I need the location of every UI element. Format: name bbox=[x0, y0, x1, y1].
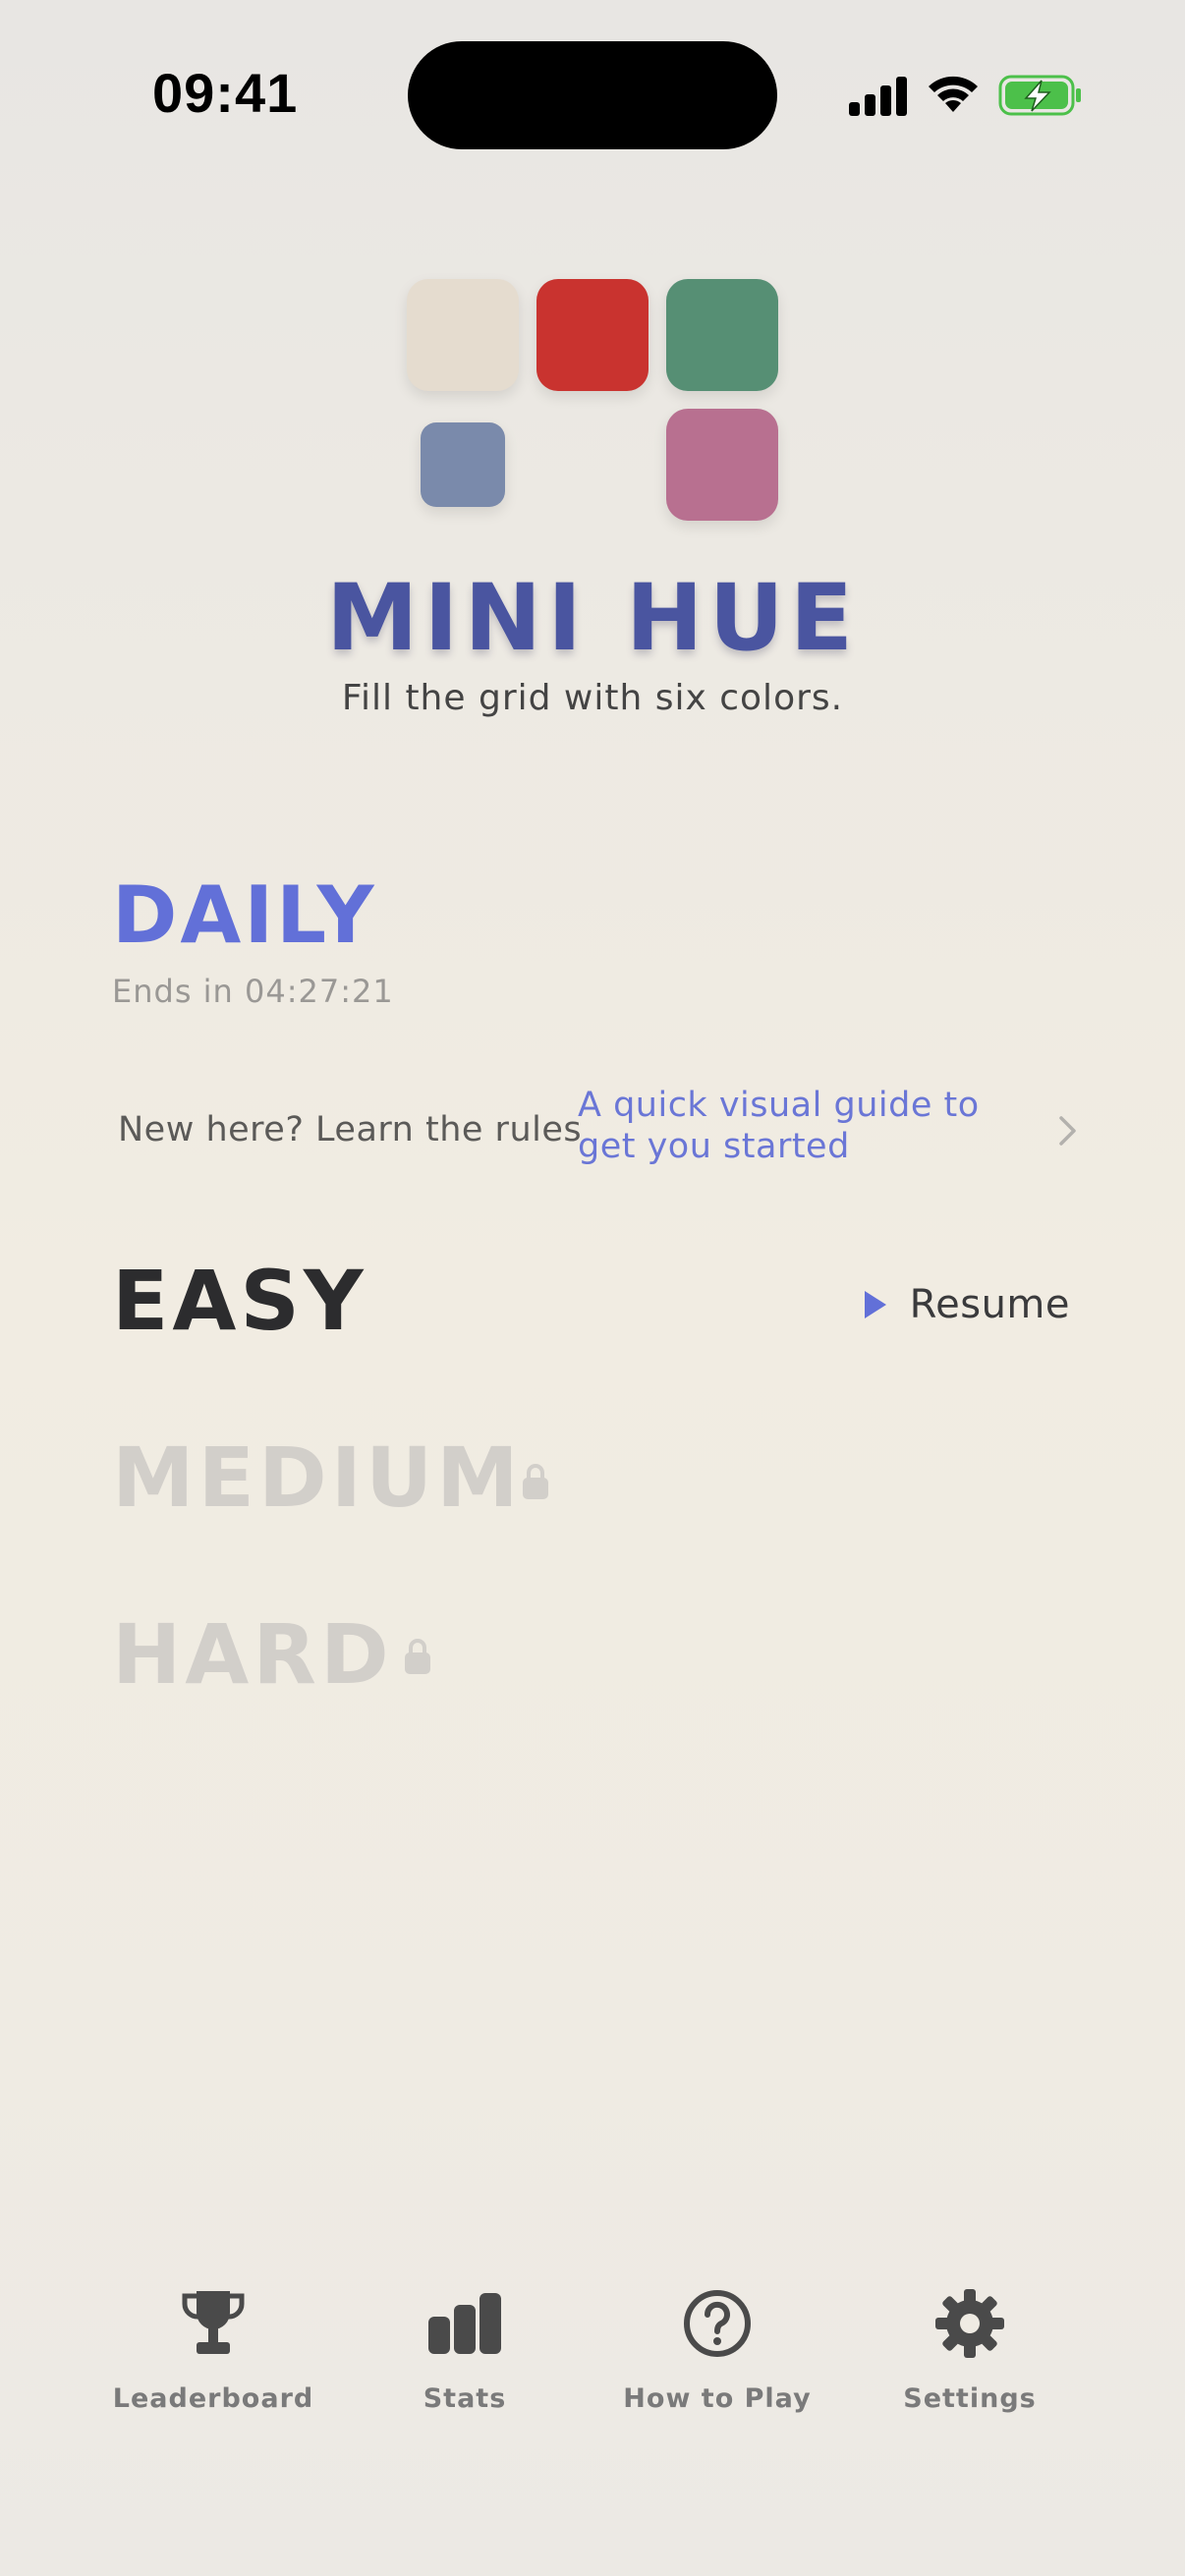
gear-icon bbox=[935, 2289, 1004, 2358]
play-icon bbox=[864, 1291, 886, 1318]
logo-tile-green bbox=[666, 279, 778, 391]
logo-tile-blue bbox=[421, 422, 505, 507]
logo-tile-beige bbox=[407, 279, 519, 391]
nav-leaderboard-label: Leaderboard bbox=[112, 2383, 314, 2414]
resume-button[interactable]: Resume bbox=[863, 1275, 1070, 1334]
app-title: MINI HUE bbox=[325, 565, 860, 672]
nav-settings-label: Settings bbox=[903, 2383, 1037, 2414]
wifi-icon bbox=[929, 76, 978, 112]
app-subtitle: Fill the grid with six colors. bbox=[341, 678, 844, 718]
logo-tile-red bbox=[536, 279, 649, 391]
trophy-icon bbox=[182, 2291, 245, 2354]
level-hard[interactable]: HARD bbox=[112, 1606, 393, 1703]
daily-countdown: Ends in 04:27:21 bbox=[112, 973, 394, 1010]
rules-guide-link[interactable]: A quick visual guide to get you started bbox=[578, 1085, 1030, 1167]
chevron-right-icon bbox=[1059, 1116, 1076, 1146]
status-time: 09:41 bbox=[152, 62, 299, 124]
nav-leaderboard[interactable]: Leaderboard bbox=[95, 2279, 331, 2427]
status-bar: 09:41 bbox=[0, 0, 1185, 187]
nav-settings[interactable]: Settings bbox=[852, 2279, 1088, 2427]
nav-stats-label: Stats bbox=[423, 2383, 507, 2414]
cellular-signal-icon bbox=[849, 77, 907, 116]
lock-icon bbox=[405, 1639, 430, 1674]
nav-stats[interactable]: Stats bbox=[347, 2279, 583, 2427]
resume-label: Resume bbox=[909, 1282, 1070, 1327]
daily-button[interactable]: DAILY bbox=[112, 869, 377, 961]
level-easy[interactable]: EASY bbox=[112, 1253, 367, 1349]
dynamic-island bbox=[408, 41, 777, 149]
lock-icon bbox=[523, 1464, 548, 1499]
level-medium[interactable]: MEDIUM bbox=[112, 1429, 523, 1526]
battery-charging-icon bbox=[998, 75, 1081, 116]
app-logo bbox=[407, 279, 780, 525]
bottom-nav: Leaderboard Stats How to Play Settings bbox=[0, 2279, 1185, 2436]
nav-how-to-play-label: How to Play bbox=[623, 2383, 812, 2414]
question-circle-icon bbox=[684, 2290, 751, 2357]
rules-prompt: New here? Learn the rules bbox=[118, 1110, 583, 1149]
nav-how-to-play[interactable]: How to Play bbox=[599, 2279, 835, 2427]
bar-chart-icon bbox=[428, 2293, 501, 2354]
learn-rules-row[interactable]: New here? Learn the rules A quick visual… bbox=[112, 1081, 1080, 1179]
logo-tile-pink bbox=[666, 409, 778, 521]
